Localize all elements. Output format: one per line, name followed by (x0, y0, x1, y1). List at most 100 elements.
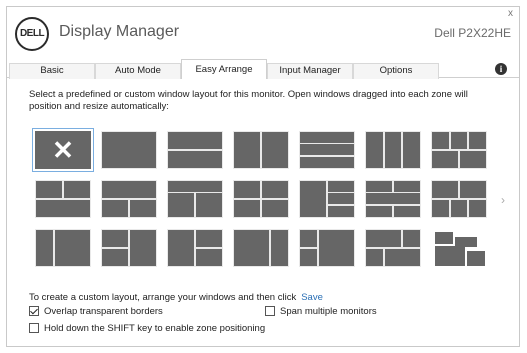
layout-zone (300, 230, 317, 247)
shift-key-option[interactable]: Hold down the SHIFT key to enable zone p… (29, 323, 265, 334)
layout-zone (130, 200, 156, 217)
layout-zone (460, 181, 486, 198)
tab-bar: Basic Auto Mode Easy Arrange Input Manag… (7, 59, 519, 79)
layout-zone (432, 181, 458, 198)
layout-option[interactable] (431, 131, 487, 169)
layout-zone (130, 230, 156, 266)
layout-option[interactable] (167, 131, 223, 169)
span-monitors-option[interactable]: Span multiple monitors (265, 306, 377, 317)
monitor-model: Dell P2X22HE (434, 26, 511, 40)
layout-zone (366, 206, 392, 217)
custom-layout-text: To create a custom layout, arrange your … (29, 292, 297, 303)
layout-option[interactable] (299, 229, 355, 267)
layout-zone (469, 132, 486, 149)
tab-options[interactable]: Options (353, 63, 439, 79)
layout-option[interactable] (35, 180, 91, 218)
layout-option[interactable] (299, 180, 355, 218)
layout-zone (36, 230, 53, 266)
layout-option[interactable] (365, 180, 421, 218)
layout-zone (366, 230, 401, 247)
layout-zone (102, 230, 128, 247)
layout-zone (385, 249, 420, 266)
layout-option[interactable] (167, 180, 223, 218)
layout-zone (300, 144, 354, 155)
layout-zone (168, 151, 222, 168)
layout-zone (469, 200, 486, 217)
layout-option[interactable] (233, 180, 289, 218)
layout-zone (196, 193, 222, 217)
app-header: DELL Display Manager Dell P2X22HE x (7, 7, 519, 55)
overlap-borders-checkbox[interactable] (29, 306, 39, 316)
layout-zone (366, 132, 383, 168)
save-link[interactable]: Save (301, 292, 323, 303)
layout-zone (467, 251, 485, 266)
layout-zone (234, 181, 260, 198)
layout-zone (102, 249, 128, 266)
layout-zone (460, 151, 486, 168)
chevron-right-icon[interactable]: › (501, 193, 505, 207)
layout-zone (300, 181, 326, 217)
tab-basic[interactable]: Basic (9, 63, 95, 79)
shift-key-checkbox[interactable] (29, 323, 39, 333)
span-monitors-checkbox[interactable] (265, 306, 275, 316)
display-manager-window: DELL Display Manager Dell P2X22HE x Basi… (6, 6, 520, 347)
layout-zone (196, 230, 222, 247)
layout-zone (36, 200, 90, 217)
layout-zone (234, 132, 260, 168)
layout-zone (234, 200, 260, 217)
layout-option[interactable] (431, 229, 487, 267)
layout-zone (102, 132, 156, 168)
layout-zone (102, 181, 156, 198)
layout-option[interactable] (365, 229, 421, 267)
layout-zone (403, 230, 420, 247)
layout-option[interactable] (167, 229, 223, 267)
layout-option[interactable] (101, 229, 157, 267)
layout-zone (271, 230, 288, 266)
layout-zone (64, 181, 90, 198)
layout-zone (451, 132, 467, 149)
layout-zone (366, 249, 383, 266)
close-icon[interactable]: x (508, 8, 513, 19)
layout-option[interactable] (101, 180, 157, 218)
custom-layout-line: To create a custom layout, arrange your … (29, 292, 323, 303)
info-icon[interactable]: i (495, 63, 507, 75)
layout-zone (328, 181, 354, 192)
layout-option[interactable] (431, 180, 487, 218)
layout-option[interactable] (299, 131, 355, 169)
layout-zone (432, 132, 449, 149)
layout-option[interactable] (365, 131, 421, 169)
layout-zone (328, 206, 354, 217)
overlap-borders-label: Overlap transparent borders (44, 306, 163, 317)
layout-zone (394, 181, 420, 192)
layout-zone (55, 230, 90, 266)
layout-zone (328, 193, 354, 204)
span-monitors-label: Span multiple monitors (280, 306, 377, 317)
layout-zone (435, 232, 453, 244)
layout-zone (385, 132, 401, 168)
logo-text: DELL (19, 28, 45, 39)
overlap-borders-option[interactable]: Overlap transparent borders (29, 306, 163, 317)
layout-zone (366, 193, 420, 204)
layout-zone (394, 206, 420, 217)
tab-easy-arrange[interactable]: Easy Arrange (181, 59, 267, 79)
layout-option[interactable]: ✕ (32, 128, 94, 172)
layout-zone (36, 181, 62, 198)
layout-zone (102, 200, 128, 217)
layout-zone (300, 132, 354, 143)
layout-option[interactable] (233, 229, 289, 267)
tab-auto-mode[interactable]: Auto Mode (95, 63, 181, 79)
layout-option[interactable] (101, 131, 157, 169)
layout-zone (366, 181, 392, 192)
layout-option[interactable] (35, 229, 91, 267)
layout-zone (432, 200, 449, 217)
layout-zone (300, 157, 354, 168)
tab-input-manager[interactable]: Input Manager (267, 63, 353, 79)
layout-zone (168, 230, 194, 266)
layout-option[interactable] (233, 131, 289, 169)
layout-zone (451, 200, 467, 217)
layout-zone (319, 230, 354, 266)
layout-zone (168, 181, 222, 192)
layout-zone (168, 132, 222, 149)
shift-key-label: Hold down the SHIFT key to enable zone p… (44, 323, 266, 334)
layout-zone (196, 249, 222, 266)
